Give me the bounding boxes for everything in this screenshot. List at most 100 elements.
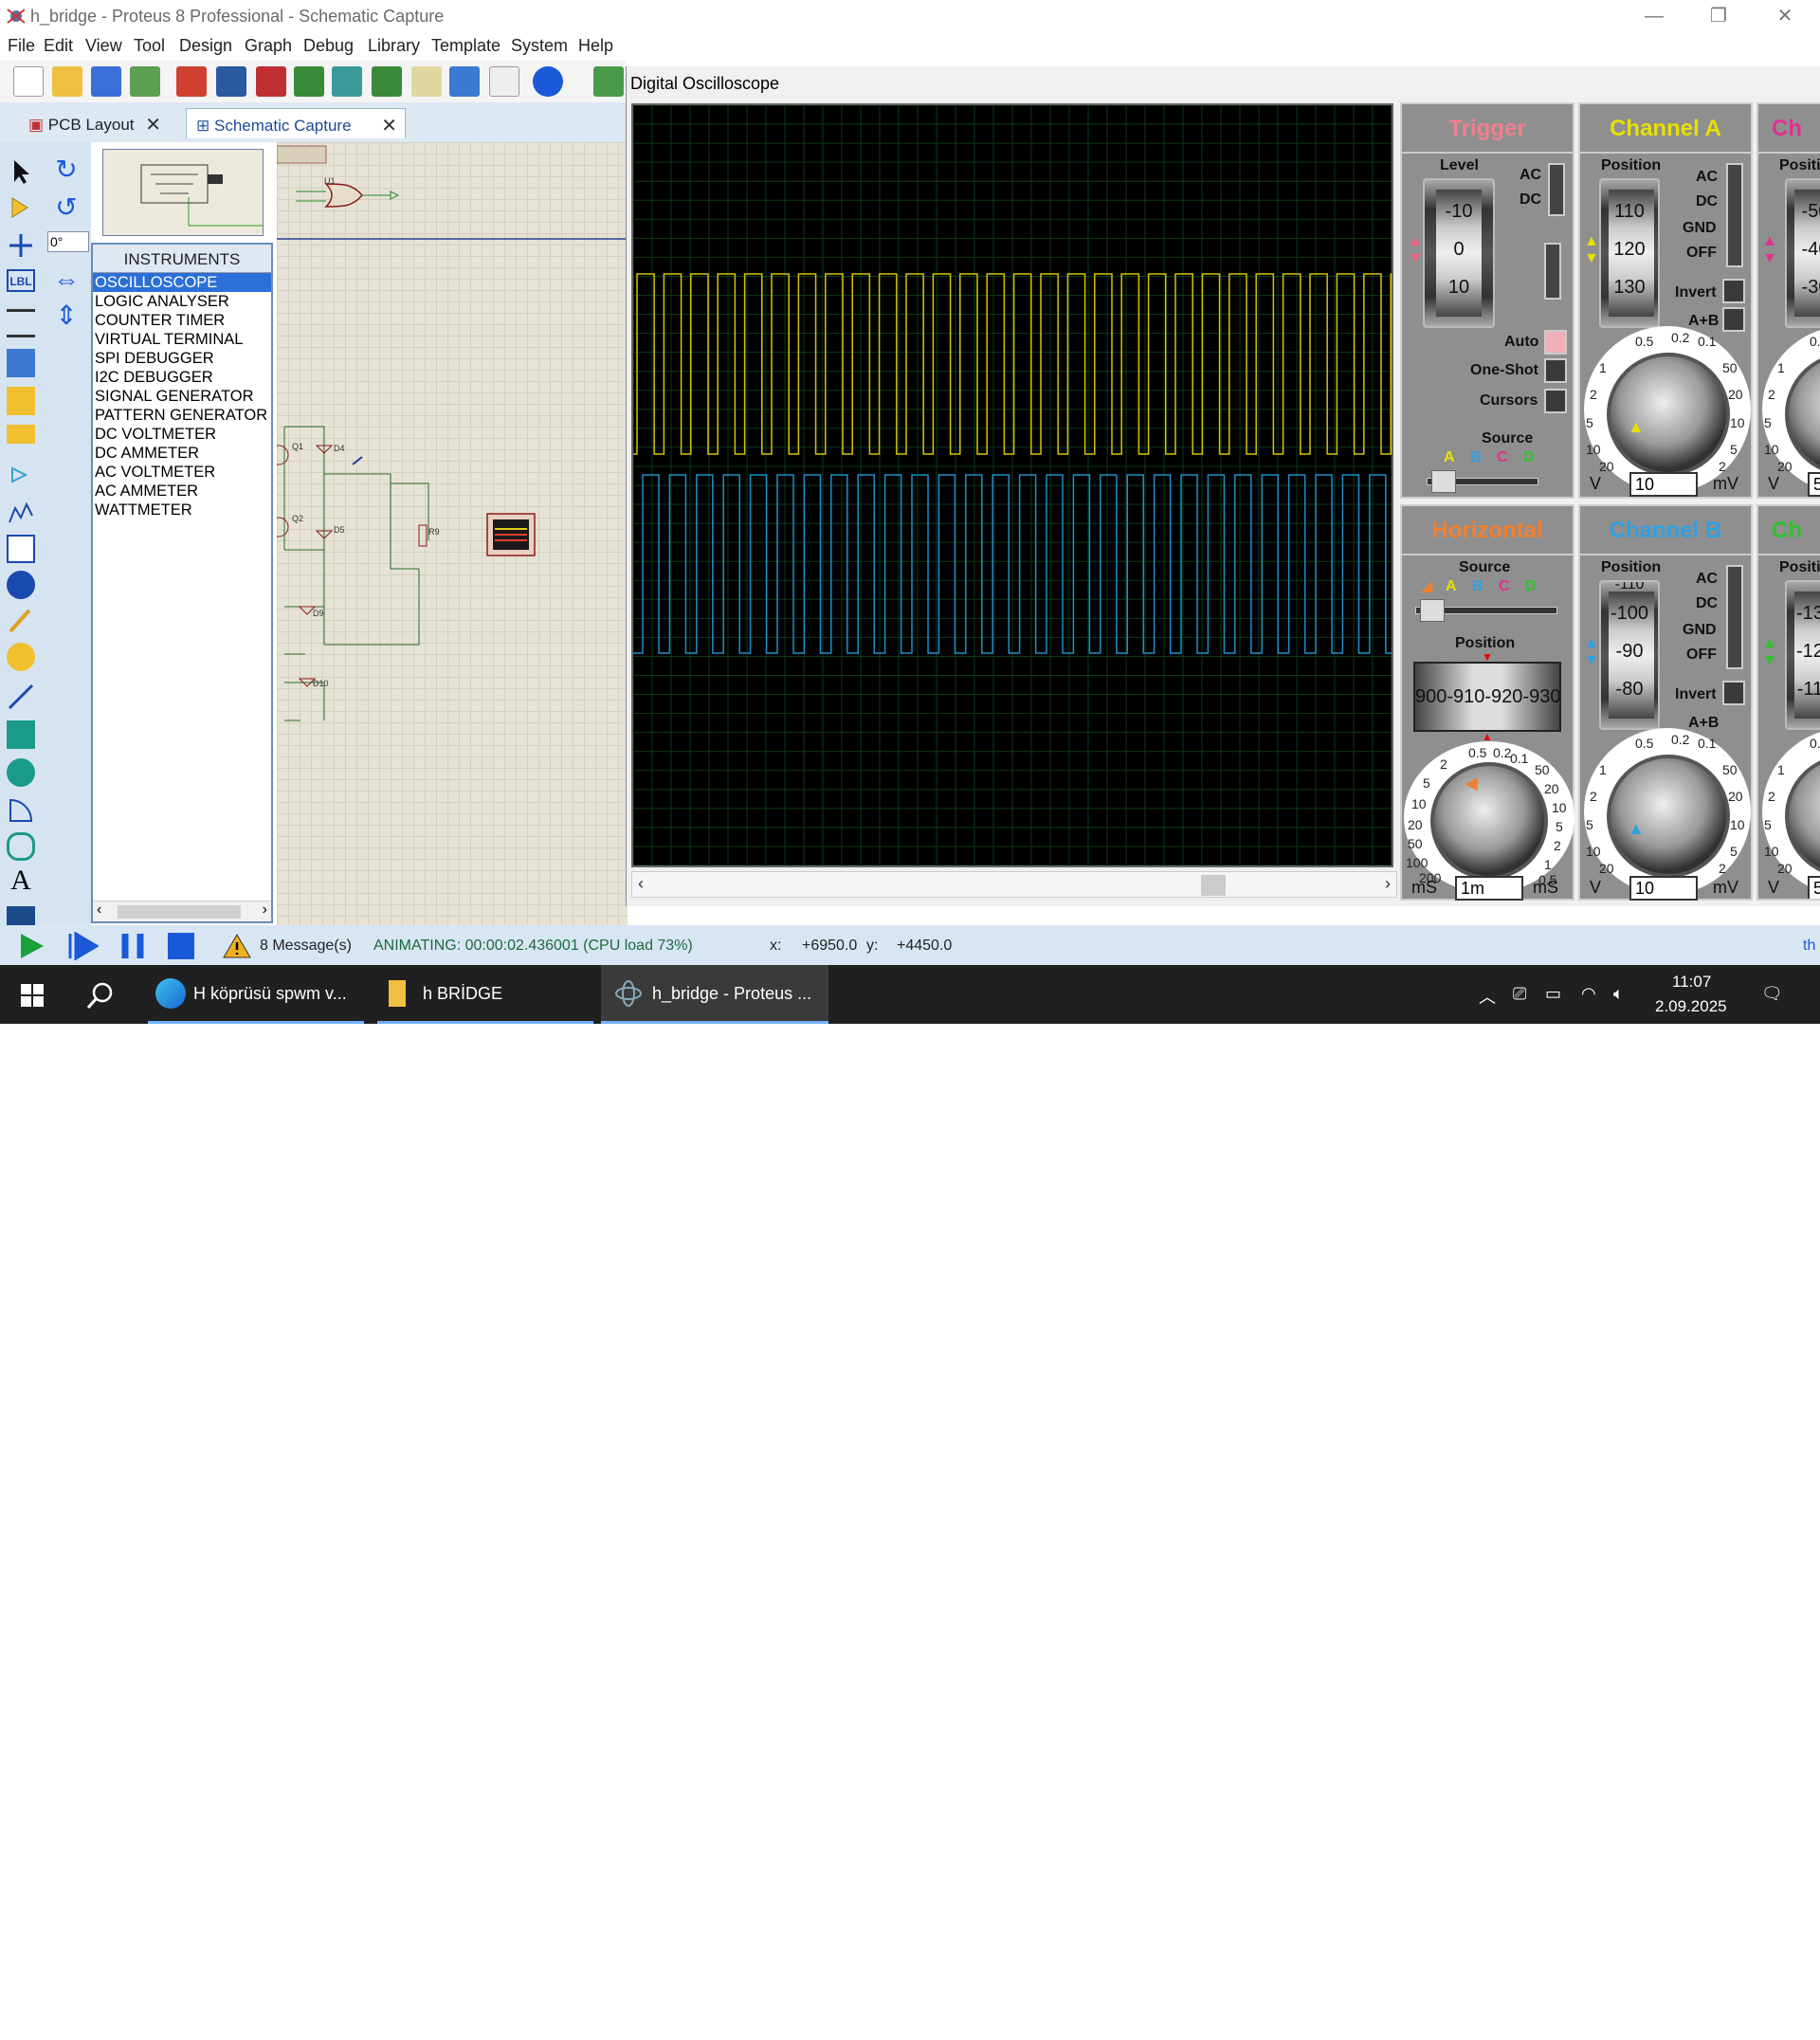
scroll-right-icon[interactable]: › xyxy=(263,902,267,919)
position-drum-a[interactable]: 110 120 130 xyxy=(1599,178,1660,328)
volts-div-knob-b[interactable] xyxy=(1607,755,1730,878)
position-arrows-icon[interactable]: ▲ ▼ xyxy=(1584,233,1599,267)
list-item[interactable]: AC AMMETER xyxy=(93,482,271,501)
graph-icon[interactable] xyxy=(7,499,35,527)
auto-button[interactable] xyxy=(1544,330,1567,355)
notes-icon[interactable] xyxy=(489,66,519,97)
cost-icon[interactable] xyxy=(411,66,442,97)
selection-mode-icon[interactable] xyxy=(7,157,35,186)
volts-div-input-a[interactable] xyxy=(1629,472,1698,497)
close-tab-icon[interactable]: ✕ xyxy=(381,114,397,137)
tab-pcb-layout[interactable]: ▣ PCB Layout ✕ xyxy=(19,108,169,138)
horizontal-source-slider[interactable] xyxy=(1415,599,1557,622)
stop-icon[interactable] xyxy=(167,932,195,960)
play-icon[interactable] xyxy=(17,932,46,960)
position-counter[interactable]: 900-910-920-930 xyxy=(1413,662,1561,732)
rotate-anticlockwise-icon[interactable]: ↺ xyxy=(52,193,81,222)
one-shot-button[interactable] xyxy=(1544,358,1567,383)
wifi-icon[interactable]: ◠ xyxy=(1581,984,1596,1004)
scroll-left-icon[interactable]: ‹ xyxy=(638,874,644,894)
schematic-icon[interactable] xyxy=(216,66,246,97)
oscilloscope-scrollbar[interactable]: ‹ › xyxy=(631,871,1397,898)
line-icon[interactable] xyxy=(7,683,35,711)
clock-date[interactable]: 2.09.2025 xyxy=(1655,997,1727,1016)
camera-icon[interactable]: ⎚ xyxy=(1513,984,1526,1004)
position-arrows-icon[interactable]: ▲ ▼ xyxy=(1762,233,1777,267)
scroll-thumb[interactable] xyxy=(1201,875,1226,896)
flip-horizontal-icon[interactable]: ⇔ xyxy=(52,265,81,294)
battery-icon[interactable]: ▭ xyxy=(1545,984,1561,1004)
time-div-input[interactable] xyxy=(1455,876,1523,901)
volume-icon[interactable]: 🔈︎ xyxy=(1613,984,1624,1004)
close-tab-icon[interactable]: ✕ xyxy=(145,113,161,137)
scroll-left-icon[interactable]: ‹ xyxy=(97,902,101,919)
volts-div-input-b[interactable] xyxy=(1629,876,1698,901)
oscilloscope-window[interactable]: Digital Oscilloscope ‹ › Trigger Level -… xyxy=(626,66,1820,906)
list-item[interactable]: OSCILLOSCOPE xyxy=(93,273,271,292)
a-plus-b-button[interactable] xyxy=(1722,307,1745,332)
close-button[interactable]: ✕ xyxy=(1773,4,1797,28)
text-icon[interactable]: A xyxy=(7,866,35,895)
open-folder-icon[interactable] xyxy=(52,66,82,97)
tape-icon[interactable] xyxy=(7,535,35,563)
coupling-switch-a[interactable] xyxy=(1726,163,1743,267)
slider-knob[interactable] xyxy=(1420,599,1445,622)
invert-button-a[interactable] xyxy=(1722,279,1745,303)
list-item[interactable]: WATTMETER xyxy=(93,501,271,519)
trigger-source-slider[interactable] xyxy=(1427,470,1538,493)
flip-vertical-icon[interactable]: ⇕ xyxy=(52,301,81,330)
menu-debug[interactable]: Debug xyxy=(303,36,354,56)
coupling-switch[interactable] xyxy=(1548,163,1565,216)
list-item[interactable]: DC AMMETER xyxy=(93,444,271,463)
windows-start-icon[interactable] xyxy=(21,984,44,1007)
notifications-icon[interactable]: 🗨︎ xyxy=(1761,984,1783,1004)
pcb-icon[interactable] xyxy=(256,66,286,97)
menu-library[interactable]: Library xyxy=(368,36,420,56)
scroll-right-icon[interactable]: › xyxy=(1385,874,1391,894)
menu-file[interactable]: File xyxy=(8,36,35,56)
rotation-angle-input[interactable] xyxy=(47,231,89,252)
generator-icon[interactable] xyxy=(7,571,35,599)
scroll-thumb[interactable] xyxy=(118,905,241,919)
refresh-icon[interactable] xyxy=(593,66,624,97)
list-item[interactable]: LOGIC ANALYSER xyxy=(93,292,271,311)
search-icon[interactable] xyxy=(85,980,116,1011)
volts-div-knob-a[interactable] xyxy=(1607,353,1730,476)
new-file-icon[interactable] xyxy=(13,66,44,97)
list-item[interactable]: PATTERN GENERATOR xyxy=(93,406,271,425)
minimize-button[interactable]: — xyxy=(1642,4,1666,28)
position-drum-b[interactable]: -110 -100 -90 -80 xyxy=(1599,580,1660,730)
circle-icon[interactable] xyxy=(7,758,35,787)
taskbar-item-explorer[interactable]: h BRİDGE xyxy=(377,965,593,1024)
warning-icon[interactable] xyxy=(222,933,252,959)
slider-knob[interactable] xyxy=(1431,470,1456,493)
level-drum[interactable]: -10 0 10 xyxy=(1423,178,1495,328)
invert-button-b[interactable] xyxy=(1722,681,1745,705)
tab-schematic-capture[interactable]: ⊞ Schematic Capture ✕ xyxy=(186,108,406,138)
source-code-icon[interactable] xyxy=(449,66,480,97)
box-icon[interactable] xyxy=(7,720,35,749)
position-drum-c[interactable]: -50 -40 -30 xyxy=(1785,178,1820,328)
list-item[interactable]: SPI DEBUGGER xyxy=(93,349,271,368)
list-item[interactable]: AC VOLTMETER xyxy=(93,463,271,482)
component-mode-icon[interactable] xyxy=(7,193,35,222)
time-div-knob[interactable] xyxy=(1430,762,1548,880)
terminal-icon[interactable] xyxy=(7,425,35,444)
bom-icon[interactable] xyxy=(372,66,402,97)
step-icon[interactable] xyxy=(66,932,99,960)
volts-div-input-c[interactable] xyxy=(1808,472,1820,497)
restore-button[interactable]: ❐ xyxy=(1706,4,1731,28)
list-item[interactable]: I2C DEBUGGER xyxy=(93,368,271,387)
home-icon[interactable] xyxy=(176,66,207,97)
pin-icon[interactable] xyxy=(7,461,35,489)
subcircuit-icon[interactable] xyxy=(7,387,35,415)
bus-icon[interactable] xyxy=(7,349,35,377)
menu-graph[interactable]: Graph xyxy=(245,36,292,56)
schematic-canvas[interactable]: U1 Q1 D4 Q2 D5 R9 D9 D10 xyxy=(277,142,628,925)
clock-time[interactable]: 11:07 xyxy=(1672,973,1711,992)
menu-template[interactable]: Template xyxy=(431,36,500,56)
position-drum-d[interactable]: -130 -120 -110 xyxy=(1785,580,1820,730)
taskbar-item-proteus[interactable]: h_bridge - Proteus ... xyxy=(601,965,828,1024)
taskbar-item-edge[interactable]: H köprüsü spwm v... xyxy=(148,965,364,1024)
3d-viewer-icon[interactable] xyxy=(332,66,362,97)
